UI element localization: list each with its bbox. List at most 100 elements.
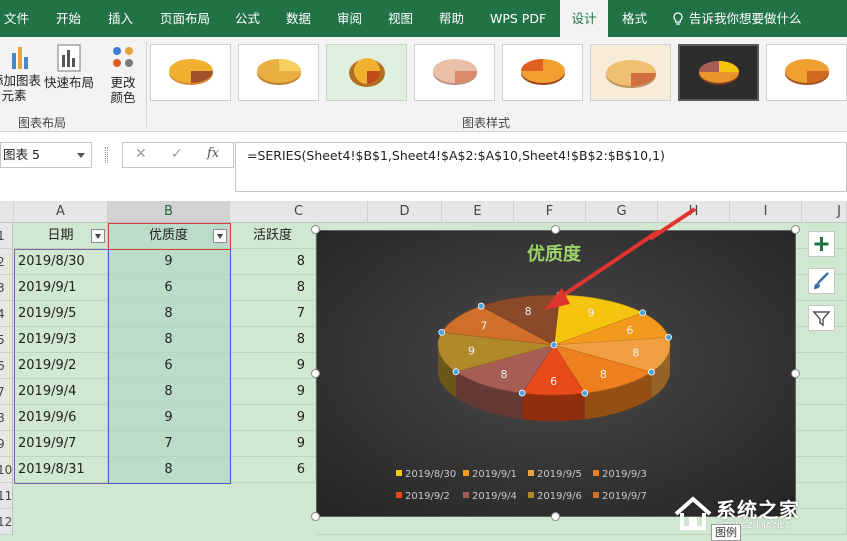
row-header[interactable]: 4: [0, 301, 13, 327]
tab-formulas[interactable]: 公式: [235, 0, 265, 37]
tab-home[interactable]: 开始: [56, 0, 86, 37]
table-cell-activity[interactable]: 9: [230, 379, 316, 405]
tell-me-search[interactable]: 告诉我你想要做什么: [672, 0, 802, 37]
legend-swatch[interactable]: [396, 470, 402, 476]
col-header-a[interactable]: A: [14, 201, 108, 223]
legend-swatch[interactable]: [463, 470, 469, 476]
row-header[interactable]: 3: [0, 275, 13, 301]
table-cell-date[interactable]: 2019/9/6: [14, 405, 108, 431]
tab-wps-pdf[interactable]: WPS PDF: [490, 0, 550, 37]
legend-swatch[interactable]: [593, 492, 599, 498]
select-all-corner[interactable]: [0, 201, 14, 223]
table-cell-activity[interactable]: 9: [230, 431, 316, 457]
table-cell-date[interactable]: 2019/9/5: [14, 301, 108, 327]
pie-data-label[interactable]: 8: [600, 368, 607, 381]
formula-bar-splitter[interactable]: [105, 147, 108, 163]
table-cell-quality[interactable]: 8: [108, 327, 230, 353]
resize-handle-top[interactable]: [551, 225, 560, 234]
chart-style-1[interactable]: [150, 44, 231, 101]
slice-selection-handle[interactable]: [438, 328, 446, 336]
col-header-i[interactable]: I: [730, 201, 802, 223]
pie-data-label[interactable]: 9: [588, 307, 595, 320]
table-cell-activity[interactable]: 9: [230, 405, 316, 431]
check-icon[interactable]: ✓: [171, 146, 183, 162]
legend-entry[interactable]: 2019/9/4: [472, 491, 517, 502]
filter-dropdown-b[interactable]: [213, 229, 227, 243]
table-cell-quality[interactable]: 8: [108, 301, 230, 327]
slice-selection-handle[interactable]: [518, 389, 526, 397]
slice-selection-handle[interactable]: [477, 302, 485, 310]
table-cell-quality[interactable]: 9: [108, 405, 230, 431]
tab-data[interactable]: 数据: [286, 0, 316, 37]
resize-handle-bottom-left[interactable]: [311, 512, 320, 521]
legend-swatch[interactable]: [528, 492, 534, 498]
legend-entry[interactable]: 2019/9/1: [472, 469, 517, 480]
slice-selection-handle[interactable]: [639, 309, 647, 317]
col-header-b[interactable]: B: [108, 201, 230, 223]
cross-icon[interactable]: ✕: [135, 146, 147, 162]
chevron-down-icon[interactable]: [77, 153, 85, 158]
table-cell-quality[interactable]: 9: [108, 249, 230, 275]
legend-entry[interactable]: 2019/9/7: [602, 491, 647, 502]
table-cell-activity[interactable]: 9: [230, 353, 316, 379]
row-header[interactable]: 12: [0, 509, 13, 535]
name-box[interactable]: 图表 5: [0, 142, 92, 168]
tab-design[interactable]: 设计: [560, 0, 608, 37]
pie-data-label[interactable]: 6: [550, 375, 557, 388]
chart-style-2[interactable]: [238, 44, 319, 101]
pie-data-label[interactable]: 8: [632, 346, 639, 359]
row-header[interactable]: 9: [0, 431, 13, 457]
row-header[interactable]: 2: [0, 249, 13, 275]
table-cell-quality[interactable]: 6: [108, 353, 230, 379]
tab-page-layout[interactable]: 页面布局: [160, 0, 215, 37]
resize-handle-bottom[interactable]: [551, 512, 560, 521]
chart-style-5[interactable]: [502, 44, 583, 101]
chart-title[interactable]: 优质度: [527, 243, 582, 265]
col-header-c[interactable]: C: [230, 201, 368, 223]
chart-styles-button[interactable]: [808, 268, 835, 294]
slice-center-handle[interactable]: [550, 341, 558, 349]
tab-view[interactable]: 视图: [388, 0, 418, 37]
table-cell-date[interactable]: 2019/9/2: [14, 353, 108, 379]
header-cell-activity[interactable]: 活跃度: [230, 223, 316, 249]
row-header[interactable]: 8: [0, 405, 13, 431]
change-colors-button[interactable]: 更改 颜色: [104, 43, 142, 105]
legend-entry[interactable]: 2019/8/30: [405, 469, 456, 480]
resize-handle-left[interactable]: [311, 369, 320, 378]
col-header-e[interactable]: E: [442, 201, 514, 223]
legend-entry[interactable]: 2019/9/2: [405, 491, 450, 502]
table-cell-date[interactable]: 2019/8/31: [14, 457, 108, 483]
table-cell-activity[interactable]: 6: [230, 457, 316, 483]
chart-style-7-selected[interactable]: [678, 44, 759, 101]
tab-review[interactable]: 审阅: [337, 0, 367, 37]
slice-selection-handle[interactable]: [648, 368, 655, 376]
pie-data-label[interactable]: 8: [500, 368, 507, 381]
table-cell-date[interactable]: 2019/9/7: [14, 431, 108, 457]
legend-swatch[interactable]: [463, 492, 469, 498]
tab-format[interactable]: 格式: [622, 0, 652, 37]
pie-data-label[interactable]: 7: [480, 319, 487, 332]
add-chart-element-button[interactable]: 添加图表 元素: [0, 43, 42, 103]
row-header[interactable]: 1: [0, 223, 13, 249]
col-header-d[interactable]: D: [368, 201, 442, 223]
fx-icon[interactable]: fx: [207, 146, 219, 161]
row-header[interactable]: 7: [0, 379, 13, 405]
table-cell-date[interactable]: 2019/9/4: [14, 379, 108, 405]
pie-data-label[interactable]: 6: [626, 324, 633, 337]
pie-chart[interactable]: 优质度 968868978 2019/8/30 2019/9/1 2019/9/5 2…: [311, 225, 800, 521]
chart-elements-button[interactable]: [808, 231, 835, 257]
row-header[interactable]: 11: [0, 483, 13, 509]
tab-file[interactable]: 文件: [4, 0, 34, 37]
chart-style-6[interactable]: [590, 44, 671, 101]
formula-input[interactable]: =SERIES(Sheet4!$B$1,Sheet4!$A$2:$A$10,Sh…: [235, 142, 847, 192]
slice-selection-handle[interactable]: [665, 333, 673, 341]
table-cell-date[interactable]: 2019/8/30: [14, 249, 108, 275]
legend-swatch[interactable]: [593, 470, 599, 476]
chart-style-8[interactable]: [766, 44, 847, 101]
row-header[interactable]: 10: [0, 457, 13, 483]
pie-data-label[interactable]: 8: [525, 305, 532, 318]
chart-filters-button[interactable]: [808, 305, 835, 331]
col-header-f[interactable]: F: [514, 201, 586, 223]
table-cell-activity[interactable]: 8: [230, 327, 316, 353]
header-cell-quality[interactable]: 优质度: [108, 223, 230, 249]
